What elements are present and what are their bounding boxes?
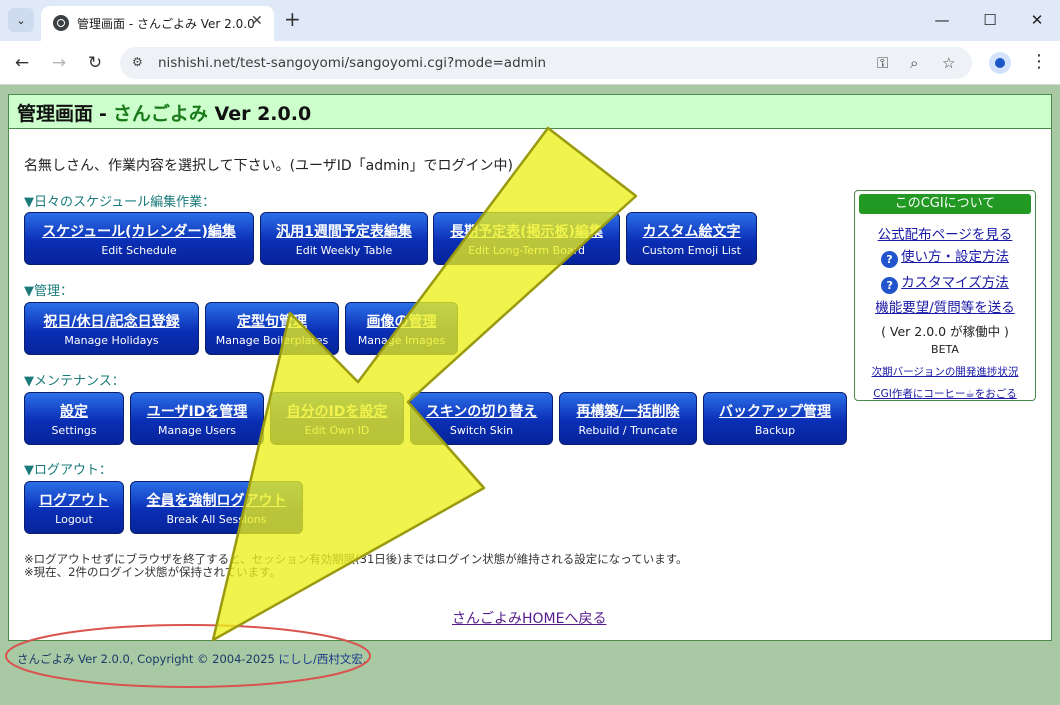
- back-icon[interactable]: ←: [10, 51, 34, 75]
- globe-icon: [53, 15, 69, 31]
- address-bar[interactable]: ⚙ nishishi.net/test-sangoyomi/sangoyomi.…: [120, 47, 972, 79]
- tab-title: 管理画面 - さんごよみ Ver 2.0.0: [77, 17, 255, 31]
- edit-long-term-board-button[interactable]: 長期予定表(掲示板)編集 Edit Long-Term Board: [433, 212, 620, 265]
- switch-skin-button[interactable]: スキンの切り替え Switch Skin: [410, 392, 553, 445]
- key-icon[interactable]: ⚿: [877, 54, 888, 72]
- edit-schedule-button[interactable]: スケジュール(カレンダー)編集 Edit Schedule: [24, 212, 254, 265]
- reload-icon[interactable]: ↻: [83, 51, 107, 75]
- custom-emoji-button[interactable]: カスタム絵文字 Custom Emoji List: [626, 212, 757, 265]
- new-tab-icon[interactable]: +: [284, 8, 301, 30]
- manage-images-button[interactable]: 画像の管理 Manage Images: [345, 302, 458, 355]
- author-link[interactable]: にしし/西村文宏: [279, 652, 363, 666]
- browser-toolbar: ← → ↻ ⚙ nishishi.net/test-sangoyomi/sang…: [0, 41, 1060, 85]
- feature-request-link[interactable]: 機能要望/質問等を送る: [855, 296, 1035, 316]
- usage-link-row: ? 使い方・設定方法: [855, 245, 1035, 268]
- url-text[interactable]: nishishi.net/test-sangoyomi/sangoyomi.cg…: [158, 55, 546, 71]
- customize-link-row: ? カスタマイズ方法: [855, 271, 1035, 294]
- session-note-line: ※現在、2件のログイン状態が保持されています。: [24, 565, 281, 579]
- footer-period: .: [362, 652, 367, 666]
- forward-icon[interactable]: →: [47, 51, 71, 75]
- section-manage-label: ▼管理：: [24, 284, 73, 299]
- official-page-link[interactable]: 公式配布ページを見る: [855, 223, 1035, 243]
- section-maintenance-label: ▼メンテナンス：: [24, 374, 125, 389]
- page-title: 管理画面 - さんごよみ Ver 2.0.0: [9, 95, 1051, 129]
- profile-avatar[interactable]: [989, 52, 1011, 74]
- dev-progress-link[interactable]: 次期バージョンの開発進捗状況: [855, 364, 1035, 379]
- edit-own-id-button[interactable]: 自分のIDを設定 Edit Own ID: [270, 392, 404, 445]
- zoom-icon[interactable]: ⌕: [910, 54, 918, 72]
- chevron-down-icon: ⌄: [16, 13, 26, 27]
- about-header: このCGIについて: [859, 194, 1031, 214]
- usage-link[interactable]: 使い方・設定方法: [901, 249, 1009, 265]
- manage-users-button[interactable]: ユーザIDを管理 Manage Users: [130, 392, 264, 445]
- about-cgi-box: このCGIについて 公式配布ページを見る ? 使い方・設定方法 ? カスタマイズ方法…: [854, 190, 1036, 401]
- version-status: ( Ver 2.0.0 が稼働中 ): [881, 324, 1009, 339]
- home-link[interactable]: さんごよみHOMEへ戻る: [452, 608, 606, 628]
- manage-holidays-button[interactable]: 祝日/休日/記念日登録 Manage Holidays: [24, 302, 199, 355]
- instruction-text: 名無しさん、作業内容を選択して下さい。(ユーザID「admin」でログイン中): [24, 158, 513, 174]
- site-settings-icon[interactable]: ⚙: [132, 55, 148, 71]
- beta-label: BETA: [931, 343, 959, 356]
- footer-text: さんごよみ Ver 2.0.0, Copyright © 2004-2025: [17, 652, 279, 666]
- title-dash: -: [99, 103, 107, 125]
- maximize-icon[interactable]: ☐: [975, 8, 1005, 32]
- buy-coffee-link[interactable]: CGI作者にコーヒー☕をおごる: [855, 386, 1035, 401]
- section-logout-label: ▼ログアウト：: [24, 463, 112, 478]
- logout-button[interactable]: ログアウト Logout: [24, 481, 124, 534]
- app-name: さんごよみ: [112, 103, 208, 125]
- settings-button[interactable]: 設定 Settings: [24, 392, 124, 445]
- minimize-icon[interactable]: —: [927, 8, 957, 32]
- browser-tabstrip: ⌄ 管理画面 - さんごよみ Ver 2.0.0 ✕ + — ☐ ✕: [0, 0, 1060, 41]
- title-text: 管理画面: [17, 103, 94, 125]
- help-icon: ?: [881, 251, 898, 268]
- browser-tab[interactable]: 管理画面 - さんごよみ Ver 2.0.0 ✕: [41, 6, 274, 41]
- close-icon[interactable]: ✕: [251, 13, 263, 29]
- help-icon: ?: [881, 277, 899, 294]
- section-schedule-label: ▼日々のスケジュール編集作業：: [24, 195, 216, 210]
- star-icon[interactable]: ☆: [942, 54, 955, 72]
- menu-icon[interactable]: ⋮: [1030, 51, 1048, 72]
- tab-search-button[interactable]: ⌄: [8, 8, 34, 32]
- manage-boilerplates-button[interactable]: 定型句管理 Manage Boilerplates: [205, 302, 339, 355]
- footer-copyright: さんごよみ Ver 2.0.0, Copyright © 2004-2025 に…: [17, 651, 367, 667]
- window-close-icon[interactable]: ✕: [1022, 8, 1052, 32]
- session-notes: ※ログアウトせずにブラウザを終了すると、セッション有効期限(31日後)まではログ…: [24, 553, 688, 579]
- admin-page: 管理画面 - さんごよみ Ver 2.0.0 名無しさん、作業内容を選択して下さい。…: [8, 94, 1052, 641]
- backup-button[interactable]: バックアップ管理 Backup: [703, 392, 847, 445]
- app-version: Ver 2.0.0: [214, 103, 312, 125]
- edit-weekly-table-button[interactable]: 汎用1週間予定表編集 Edit Weekly Table: [260, 212, 428, 265]
- break-all-sessions-button[interactable]: 全員を強制ログアウト Break All Sessions: [130, 481, 303, 534]
- rebuild-truncate-button[interactable]: 再構築/一括削除 Rebuild / Truncate: [559, 392, 697, 445]
- customize-link[interactable]: カスタマイズ方法: [901, 275, 1009, 291]
